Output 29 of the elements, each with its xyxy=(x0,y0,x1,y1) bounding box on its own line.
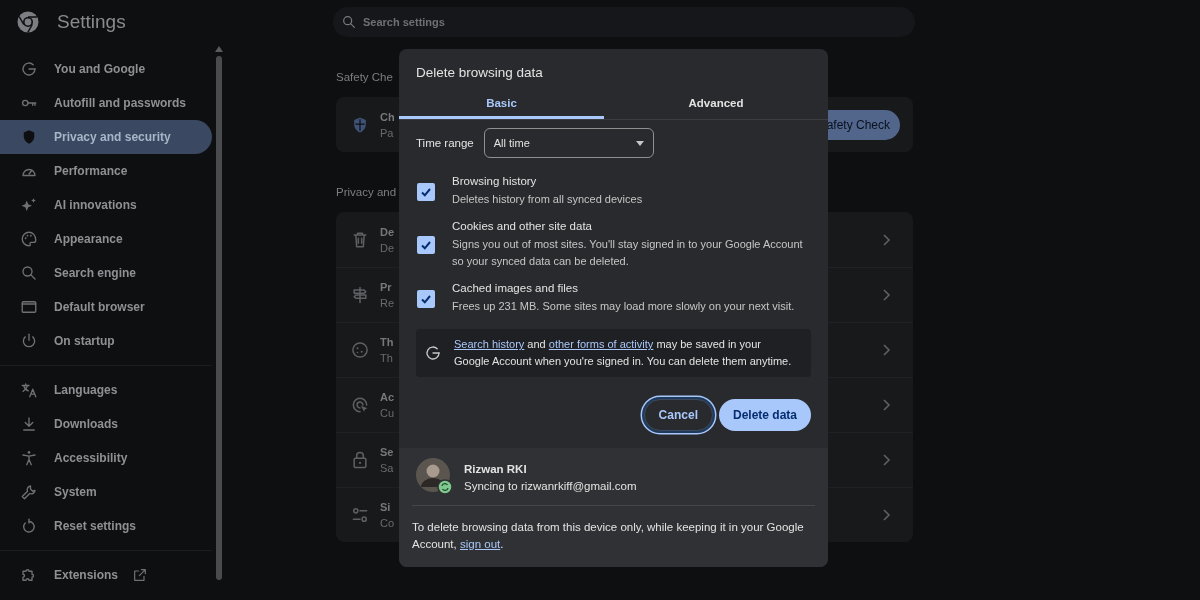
row-title: Pr xyxy=(380,281,392,293)
section-heading: Safety Che xyxy=(336,71,393,83)
option-title: Browsing history xyxy=(452,175,538,187)
option-description: Deletes history from all synced devices xyxy=(452,192,644,207)
option-title: Cached images and files xyxy=(452,282,579,294)
sync-status: Syncing to rizwanrkiff@gmail.com xyxy=(464,479,637,492)
row-subtitle: Pa xyxy=(380,126,394,139)
option-description: Signs you out of most sites. You'll stay signed in to your Google Account so your synced data can be deleted. xyxy=(452,237,804,269)
row-title: Ch xyxy=(380,110,395,123)
row-subtitle: Re xyxy=(380,297,395,309)
section-heading: Privacy and xyxy=(336,186,397,198)
row-subtitle: Cu xyxy=(380,407,395,419)
dialog-title: Delete browsing data xyxy=(415,64,544,82)
row-title: Se xyxy=(380,446,394,458)
row-title: Si xyxy=(380,501,391,513)
info-text: Search history and other forms of activity may be saved in your Google Account when you're signed in. You can delete them anytime. xyxy=(454,337,793,369)
row-title: Th xyxy=(380,336,394,348)
option-description: Frees up 231 MB. Some sites may load more slowly on your next visit. xyxy=(452,299,796,314)
row-subtitle: Th xyxy=(380,352,393,364)
field-label: Time range xyxy=(416,137,474,149)
row-title: Ac xyxy=(380,391,395,403)
footer-text: To delete browsing data from this device only, while keeping it in your Google Account, sign out. xyxy=(412,520,805,552)
option-title: Cookies and other site data xyxy=(452,220,593,232)
account-name: Rizwan RKI xyxy=(464,462,528,475)
app-title: Settings xyxy=(57,11,126,33)
row-title: De xyxy=(380,225,395,238)
row-subtitle: De xyxy=(380,241,395,254)
row-subtitle: Co xyxy=(380,517,395,529)
row-subtitle: Sa xyxy=(380,462,394,474)
